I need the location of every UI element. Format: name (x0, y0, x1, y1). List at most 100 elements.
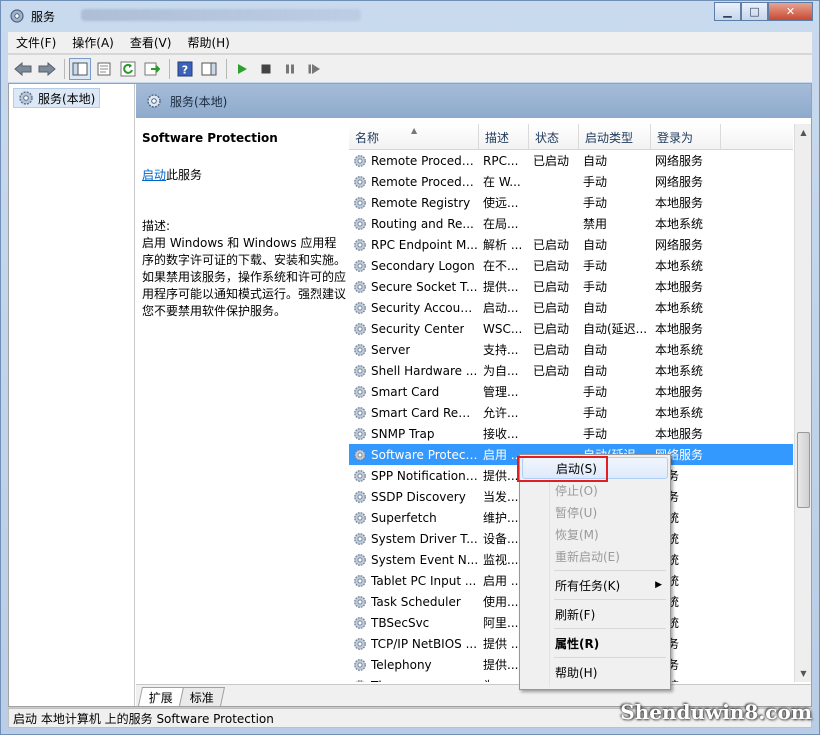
export-list-button[interactable] (141, 58, 163, 80)
menu-action[interactable]: 操作(A) (64, 34, 122, 51)
service-description-panel: Software Protection 启动此服务 描述: 启用 Windows… (142, 130, 346, 320)
service-description-cell: 接收... (483, 427, 519, 441)
service-status-cell: 已启动 (533, 259, 570, 273)
service-name-cell: SNMP Trap (349, 427, 479, 441)
service-name-cell: Security Account... (349, 301, 479, 315)
table-row[interactable]: Shell Hardware ... 为自... 已启动 自动 本地系统 (349, 360, 793, 381)
service-name: Security Center (371, 321, 465, 336)
table-row[interactable]: Smart Card Rem... 允许... 手动 本地系统 (349, 402, 793, 423)
help-icon: ? (177, 61, 193, 76)
svg-text:?: ? (182, 63, 188, 76)
menu-view[interactable]: 查看(V) (122, 34, 180, 51)
tab-standard-label: 标准 (189, 690, 214, 705)
service-startup-cell: 手动 (583, 280, 608, 294)
gear-icon (354, 469, 366, 482)
play-icon (238, 63, 247, 74)
menu-help[interactable]: 帮助(H) (179, 34, 237, 51)
close-button[interactable]: ✕ (768, 2, 813, 21)
table-row[interactable]: Secure Socket T... 提供... 已启动 手动 本地服务 (349, 276, 793, 297)
column-header-description[interactable]: 描述 (479, 124, 529, 150)
table-row[interactable]: Secondary Logon 在不... 已启动 手动 本地系统 (349, 255, 793, 276)
table-row[interactable]: Smart Card 管理... 手动 本地服务 (349, 381, 793, 402)
column-header-startup-type[interactable]: 启动类型 (579, 124, 651, 150)
menu-item-all-tasks[interactable]: 所有任务(K) ▶ (522, 574, 668, 596)
service-description-cell: 支持... (483, 343, 519, 357)
menu-item-properties[interactable]: 属性(R) (522, 632, 668, 654)
table-row[interactable]: Remote Procedu... RPC... 已启动 自动 网络服务 (349, 150, 793, 171)
table-row[interactable]: SNMP Trap 接收... 手动 本地服务 (349, 423, 793, 444)
column-header-name[interactable]: 名称 ▲ (349, 124, 479, 150)
service-name: Server (371, 342, 411, 357)
service-status-cell: 已启动 (533, 301, 570, 315)
table-row[interactable]: Remote Registry 使远... 手动 本地服务 (349, 192, 793, 213)
restart-service-button[interactable] (303, 58, 325, 80)
scrollbar-thumb[interactable] (797, 432, 810, 508)
gear-icon (19, 91, 33, 105)
gear-icon (354, 553, 366, 566)
service-name-cell: RPC Endpoint M... (349, 238, 479, 252)
start-service-link[interactable]: 启动 (142, 168, 166, 182)
menu-item-all-tasks-label: 所有任务(K) (555, 578, 621, 593)
tree-item-label: 服务(本地) (38, 91, 96, 106)
service-startup-cell: 自动 (583, 154, 608, 168)
service-description-cell: 在不... (483, 259, 519, 273)
maximize-button[interactable]: □ (741, 2, 768, 21)
column-header-log-on-as[interactable]: 登录为 (651, 124, 721, 150)
service-name: Secondary Logon (371, 258, 475, 273)
help-toolbar-button[interactable]: ? (174, 58, 196, 80)
service-description-cell: WSC... (483, 321, 523, 336)
service-name-cell: Th... (349, 679, 479, 682)
table-row[interactable]: Remote Procedu... 在 W... 手动 网络服务 (349, 171, 793, 192)
menu-item-refresh[interactable]: 刷新(F) (522, 603, 668, 625)
menu-item-help-label: 帮助(H) (555, 665, 598, 680)
context-menu: 启动(S) 停止(O) 暂停(U) 恢复(M) 重新启动(E) 所有任务(K) ▶… (519, 454, 671, 690)
service-startup-cell: 手动 (583, 196, 608, 210)
service-name-cell: System Driver T... (349, 532, 479, 546)
service-name-cell: Software Protect... (349, 448, 479, 462)
toolbar-separator (64, 58, 65, 79)
start-service-line: 启动此服务 (142, 167, 346, 184)
menu-file[interactable]: 文件(F) (8, 34, 64, 51)
service-logon-cell: 本地服务 (655, 280, 704, 294)
table-row[interactable]: Server 支持... 已启动 自动 本地系统 (349, 339, 793, 360)
pause-service-button[interactable] (279, 58, 301, 80)
menu-item-pause: 暂停(U) (522, 501, 668, 523)
service-name-cell: System Event N... (349, 553, 479, 567)
scroll-up-button[interactable]: ▲ (795, 124, 811, 141)
tab-extended[interactable]: 扩展 (137, 687, 185, 706)
menu-item-restart-label: 重新启动(E) (555, 549, 620, 564)
table-row[interactable]: Security Center WSC... 已启动 自动(延迟... 本地服务 (349, 318, 793, 339)
menu-item-help[interactable]: 帮助(H) (522, 661, 668, 683)
vertical-scrollbar[interactable]: ▲ ▼ (794, 124, 811, 682)
table-row[interactable]: Routing and Re... 在局... 禁用 本地系统 (349, 213, 793, 234)
minimize-button[interactable]: ▁ (714, 2, 741, 21)
toolbar-separator (169, 58, 170, 79)
table-row[interactable]: RPC Endpoint M... 解析 ... 已启动 自动 网络服务 (349, 234, 793, 255)
back-button[interactable] (12, 58, 34, 80)
service-status-cell: 已启动 (533, 280, 570, 294)
start-service-button[interactable] (231, 58, 253, 80)
stop-service-button[interactable] (255, 58, 277, 80)
service-name: System Driver T... (371, 531, 478, 546)
back-arrow-icon (14, 61, 32, 76)
service-name-cell: Security Center (349, 322, 479, 336)
tree-item-services-local[interactable]: 服务(本地) (13, 88, 101, 108)
menu-item-pause-label: 暂停(U) (555, 505, 598, 520)
service-status-cell: 已启动 (533, 322, 570, 336)
column-header-status[interactable]: 状态 (529, 124, 579, 150)
action-pane-icon (201, 62, 217, 75)
forward-button[interactable] (36, 58, 58, 80)
show-hide-action-pane-button[interactable] (198, 58, 220, 80)
service-name: Smart Card (371, 384, 440, 399)
service-name: System Event N... (371, 552, 479, 567)
service-startup-cell: 手动 (583, 259, 608, 273)
status-text: 启动 本地计算机 上的服务 Software Protection (13, 711, 274, 726)
refresh-toolbar-button[interactable] (117, 58, 139, 80)
show-hide-console-tree-button[interactable] (69, 57, 91, 80)
table-row[interactable]: Security Account... 启动... 已启动 自动 本地系统 (349, 297, 793, 318)
tab-standard[interactable]: 标准 (178, 687, 226, 706)
description-label: 描述: (142, 219, 171, 233)
services-pane: 服务(本地) Software Protection 启动此服务 描述: 启用 … (136, 84, 811, 706)
scroll-down-button[interactable]: ▼ (795, 665, 811, 682)
properties-toolbar-button[interactable] (93, 58, 115, 80)
